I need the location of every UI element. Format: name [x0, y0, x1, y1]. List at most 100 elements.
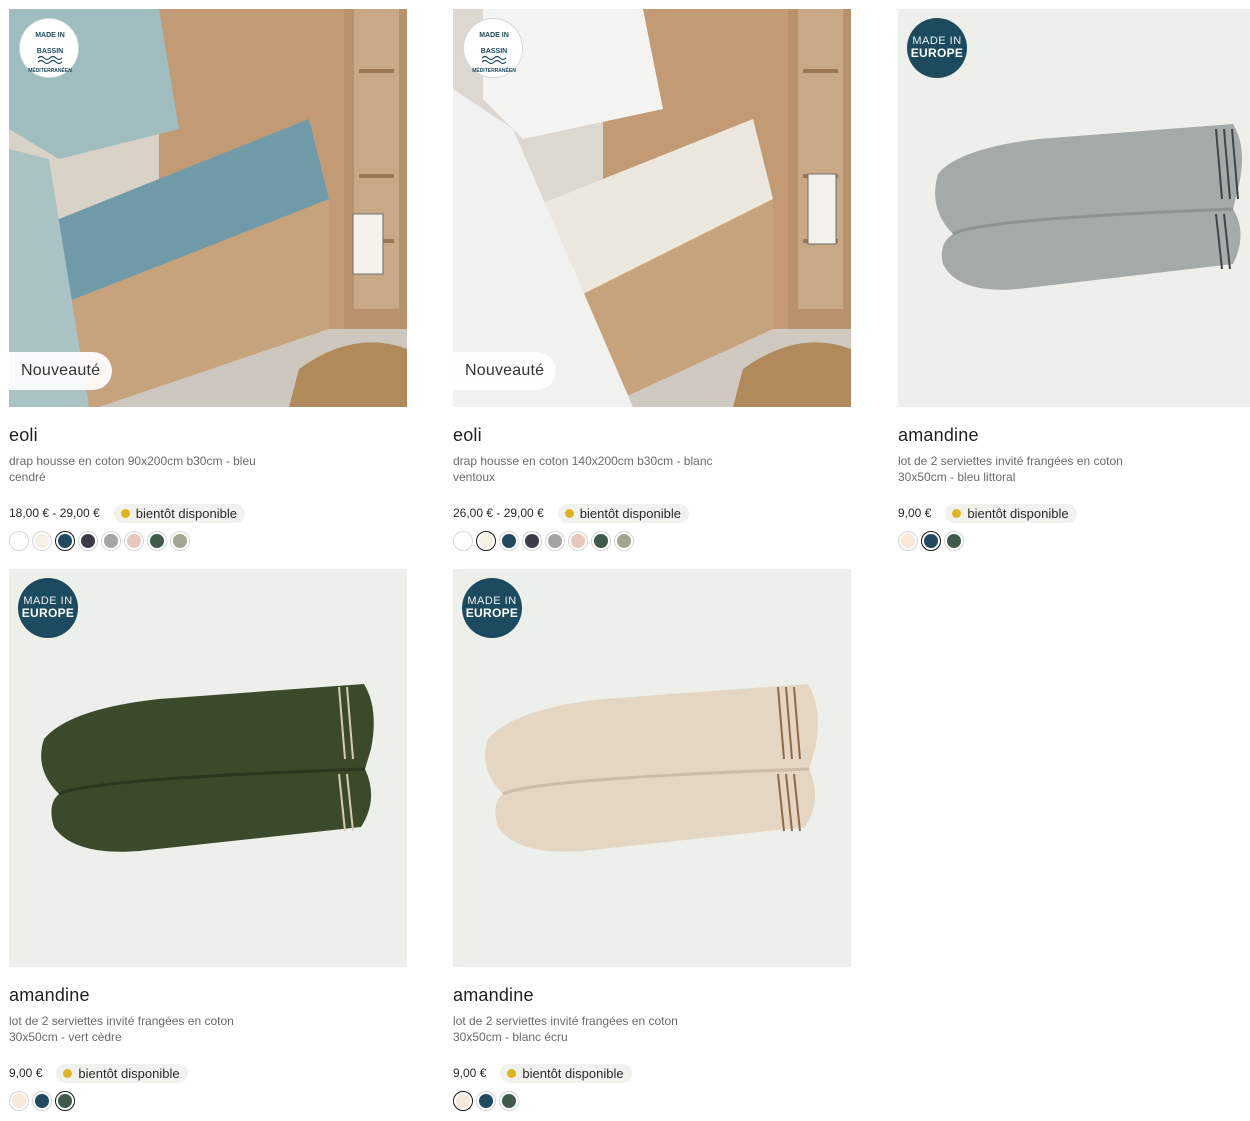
color-swatch[interactable] [453, 1091, 473, 1111]
availability-badge: bientôt disponible [557, 503, 689, 523]
color-swatch-fill [571, 534, 585, 548]
color-swatch[interactable] [476, 1091, 496, 1111]
color-swatch[interactable] [101, 531, 121, 551]
made-in-europe-badge: MADE IN EUROPE [18, 578, 78, 638]
color-swatch[interactable] [147, 531, 167, 551]
product-card[interactable]: MADE IN EUROPE amandine lot de 2 serviet… [9, 569, 407, 1111]
color-swatch-fill [901, 534, 915, 548]
color-swatch-fill [127, 534, 141, 548]
color-swatch[interactable] [124, 531, 144, 551]
badge-line-1: MADE IN [467, 595, 517, 607]
product-card[interactable]: MADE IN EUROPE amandine lot de 2 serviet… [898, 9, 1250, 551]
color-swatch[interactable] [9, 1091, 29, 1111]
availability-label: bientôt disponible [967, 505, 1069, 521]
availability-badge: bientôt disponible [500, 1063, 632, 1083]
new-tag: Nouveauté [453, 352, 557, 390]
product-price: 9,00 € [453, 1066, 487, 1080]
product-price: 9,00 € [898, 506, 932, 520]
svg-text:MADE IN: MADE IN [35, 32, 65, 39]
color-swatch-fill [924, 534, 938, 548]
color-swatches [453, 1091, 522, 1111]
svg-text:MÉDITERRANÉEN: MÉDITERRANÉEN [28, 66, 72, 74]
color-swatch[interactable] [898, 531, 918, 551]
color-swatch-fill [35, 1094, 49, 1108]
product-image[interactable]: MADE IN BASSIN MÉDITERRANÉEN Nouveauté [453, 9, 851, 407]
color-swatch[interactable] [591, 531, 611, 551]
color-swatch[interactable] [522, 531, 542, 551]
color-swatch[interactable] [499, 1091, 519, 1111]
color-swatch-fill [502, 1094, 516, 1108]
product-name[interactable]: amandine [898, 424, 1250, 446]
price-row: 26,00 € - 29,00 € bientôt disponible [453, 503, 689, 523]
new-tag: Nouveauté [9, 352, 113, 390]
color-swatch[interactable] [55, 531, 75, 551]
color-swatch[interactable] [55, 1091, 75, 1111]
color-swatch[interactable] [499, 531, 519, 551]
color-swatches [453, 531, 637, 551]
color-swatch-fill [12, 1094, 26, 1108]
made-in-mediterranean-badge: MADE IN BASSIN MÉDITERRANÉEN [463, 18, 523, 78]
product-description[interactable]: lot de 2 serviettes invité frangées en c… [9, 1013, 279, 1045]
made-in-europe-badge: MADE IN EUROPE [462, 578, 522, 638]
availability-dot-icon [507, 1068, 517, 1078]
availability-badge: bientôt disponible [113, 503, 245, 523]
product-image[interactable]: MADE IN EUROPE [898, 9, 1250, 407]
made-in-europe-badge: MADE IN EUROPE [907, 18, 967, 78]
availability-dot-icon [952, 508, 962, 518]
product-description[interactable]: lot de 2 serviettes invité frangées en c… [898, 453, 1168, 485]
availability-dot-icon [120, 508, 130, 518]
color-swatch-fill [548, 534, 562, 548]
svg-text:BASSIN: BASSIN [481, 48, 507, 55]
price-row: 9,00 € bientôt disponible [9, 1063, 188, 1083]
product-description[interactable]: lot de 2 serviettes invité frangées en c… [453, 1013, 723, 1045]
product-name[interactable]: eoli [453, 424, 851, 446]
color-swatches [898, 531, 967, 551]
product-card[interactable]: MADE IN EUROPE amandine lot de 2 serviet… [453, 569, 851, 1111]
product-name[interactable]: eoli [9, 424, 407, 446]
product-name[interactable]: amandine [9, 984, 407, 1006]
product-image[interactable]: MADE IN EUROPE [453, 569, 851, 967]
color-swatch-fill [81, 534, 95, 548]
color-swatch[interactable] [476, 531, 496, 551]
availability-label: bientôt disponible [579, 505, 681, 521]
badge-line-1: MADE IN [23, 595, 73, 607]
product-card[interactable]: MADE IN BASSIN MÉDITERRANÉEN Nouveauté e… [453, 9, 851, 551]
badge-line-2: EUROPE [465, 606, 519, 620]
color-swatch[interactable] [944, 531, 964, 551]
color-swatch-fill [173, 534, 187, 548]
product-card[interactable]: MADE IN BASSIN MÉDITERRANÉEN Nouveauté e… [9, 9, 407, 551]
availability-label: bientôt disponible [78, 1065, 180, 1081]
color-swatches [9, 1091, 78, 1111]
color-swatch-fill [456, 534, 470, 548]
color-swatches [9, 531, 193, 551]
color-swatch-fill [58, 534, 72, 548]
color-swatch[interactable] [545, 531, 565, 551]
product-image[interactable]: MADE IN BASSIN MÉDITERRANÉEN Nouveauté [9, 9, 407, 407]
color-swatch[interactable] [32, 1091, 52, 1111]
color-swatch[interactable] [921, 531, 941, 551]
product-price: 26,00 € - 29,00 € [453, 506, 544, 520]
color-swatch-fill [35, 534, 49, 548]
badge-line-1: MADE IN [912, 35, 962, 47]
availability-badge: bientôt disponible [56, 1063, 188, 1083]
color-swatch[interactable] [453, 531, 473, 551]
product-name[interactable]: amandine [453, 984, 851, 1006]
color-swatch-fill [104, 534, 118, 548]
badge-line-2: EUROPE [910, 46, 964, 60]
svg-text:BASSIN: BASSIN [37, 48, 63, 55]
color-swatch[interactable] [568, 531, 588, 551]
price-row: 18,00 € - 29,00 € bientôt disponible [9, 503, 245, 523]
color-swatch[interactable] [170, 531, 190, 551]
color-swatch[interactable] [78, 531, 98, 551]
product-price: 9,00 € [9, 1066, 43, 1080]
color-swatch[interactable] [32, 531, 52, 551]
color-swatch[interactable] [614, 531, 634, 551]
color-swatch-fill [150, 534, 164, 548]
color-swatch-fill [479, 1094, 493, 1108]
product-description[interactable]: drap housse en coton 90x200cm b30cm - bl… [9, 453, 279, 485]
svg-text:MÉDITERRANÉEN: MÉDITERRANÉEN [472, 66, 516, 74]
product-description[interactable]: drap housse en coton 140x200cm b30cm - b… [453, 453, 723, 485]
availability-dot-icon [63, 1068, 73, 1078]
color-swatch[interactable] [9, 531, 29, 551]
product-image[interactable]: MADE IN EUROPE [9, 569, 407, 967]
